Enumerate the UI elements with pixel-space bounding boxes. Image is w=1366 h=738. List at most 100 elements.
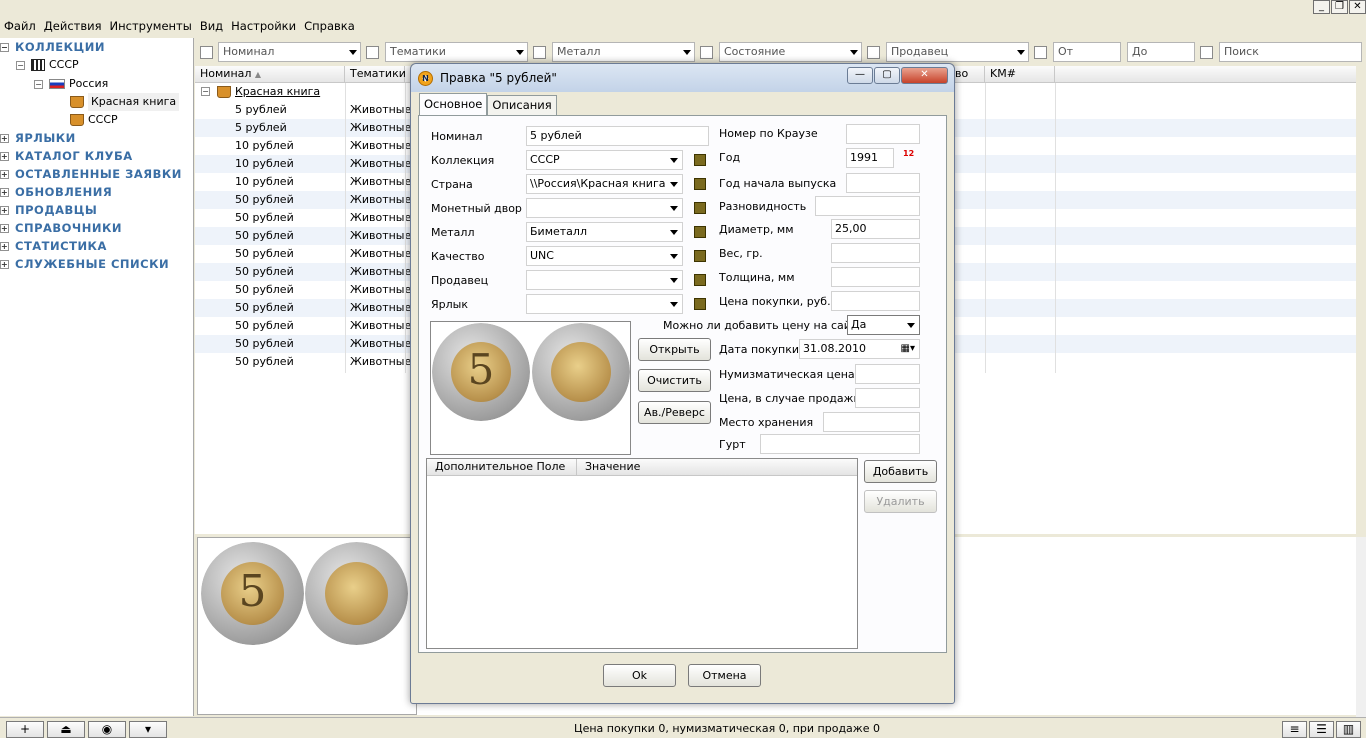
- calendar-year-icon[interactable]: 12: [903, 149, 917, 163]
- column-nominal[interactable]: Номинал ▲: [195, 66, 345, 83]
- extra-fields-list[interactable]: Дополнительное Поле Значение: [426, 458, 858, 649]
- tree-service-lists[interactable]: + СЛУЖЕБНЫЕ СПИСКИ: [0, 255, 169, 273]
- metal-filter[interactable]: Металл: [552, 42, 695, 62]
- tree-collections[interactable]: − КОЛЛЕКЦИИ: [0, 38, 105, 56]
- seller-select[interactable]: [526, 270, 683, 290]
- country-select[interactable]: \\Россия\Красная книга: [526, 174, 683, 194]
- seller-color-icon[interactable]: [694, 274, 706, 286]
- minimize-icon[interactable]: _: [1313, 0, 1330, 14]
- tree-club-catalog[interactable]: + КАТАЛОГ КЛУБА: [0, 147, 133, 165]
- country-color-icon[interactable]: [694, 178, 706, 190]
- price-to-input[interactable]: До: [1127, 42, 1195, 62]
- nominal-input[interactable]: 5 рублей: [526, 126, 709, 146]
- thickness-input[interactable]: [831, 267, 920, 287]
- expand-icon[interactable]: +: [0, 151, 9, 161]
- tiles-view-icon[interactable]: ▥: [1336, 721, 1361, 738]
- open-image-button[interactable]: Открыть: [638, 338, 711, 361]
- menu-file[interactable]: Файл: [0, 18, 40, 34]
- quality-color-icon[interactable]: [694, 250, 706, 262]
- add-field-button[interactable]: Добавить: [864, 460, 937, 483]
- expand-icon[interactable]: +: [0, 205, 9, 215]
- expand-icon[interactable]: +: [0, 187, 9, 197]
- minimize-icon[interactable]: —: [847, 67, 873, 84]
- purchase-date-picker[interactable]: 31.08.2010 ▦▾: [799, 339, 920, 359]
- search-checkbox[interactable]: [1200, 46, 1213, 59]
- collection-color-icon[interactable]: [694, 154, 706, 166]
- menu-settings[interactable]: Настройки: [227, 18, 300, 34]
- expand-icon[interactable]: +: [0, 169, 9, 179]
- sale-price-input[interactable]: [855, 388, 920, 408]
- variety-input[interactable]: [815, 196, 920, 216]
- column-themes[interactable]: Тематики: [345, 66, 406, 83]
- collapse-icon[interactable]: −: [0, 42, 9, 52]
- numismatic-price-input[interactable]: [855, 364, 920, 384]
- tree-tags[interactable]: + ЯРЛЫКИ: [0, 129, 76, 147]
- expand-icon[interactable]: +: [0, 241, 9, 251]
- collection-select[interactable]: СССР: [526, 150, 683, 170]
- details-view-icon[interactable]: ☰: [1309, 721, 1334, 738]
- clear-image-button[interactable]: Очистить: [638, 369, 711, 392]
- year-input[interactable]: 1991: [846, 148, 894, 168]
- condition-filter[interactable]: Состояние: [719, 42, 862, 62]
- close-icon[interactable]: ✕: [1349, 0, 1366, 14]
- close-icon[interactable]: ✕: [901, 67, 948, 84]
- vertical-scrollbar[interactable]: [1356, 537, 1366, 717]
- expand-icon[interactable]: +: [0, 133, 9, 143]
- menu-tools[interactable]: Инструменты: [106, 18, 196, 34]
- column-quantity[interactable]: во: [950, 66, 985, 83]
- nominal-filter[interactable]: Номинал: [218, 42, 361, 62]
- expand-icon[interactable]: +: [0, 259, 9, 269]
- themes-filter[interactable]: Тематики: [385, 42, 528, 62]
- cancel-button[interactable]: Отмена: [688, 664, 761, 687]
- diameter-input[interactable]: 25,00: [831, 219, 920, 239]
- tree-updates[interactable]: + ОБНОВЛЕНИЯ: [0, 183, 112, 201]
- condition-filter-checkbox[interactable]: [700, 46, 713, 59]
- menu-view[interactable]: Вид: [196, 18, 227, 34]
- column-value[interactable]: Значение: [577, 459, 857, 476]
- price-input[interactable]: [831, 291, 920, 311]
- can-add-price-select[interactable]: Да: [847, 315, 920, 335]
- maximize-icon[interactable]: ▢: [874, 67, 900, 84]
- tree-statistics[interactable]: + СТАТИСТИКА: [0, 237, 107, 255]
- tag-color-icon[interactable]: [694, 298, 706, 310]
- tree-requests[interactable]: + ОСТАВЛЕННЫЕ ЗАЯВКИ: [0, 165, 182, 183]
- collapse-icon[interactable]: −: [34, 79, 43, 89]
- menu-help[interactable]: Справка: [300, 18, 359, 34]
- delete-field-button[interactable]: Удалить: [864, 490, 937, 513]
- weight-input[interactable]: [831, 243, 920, 263]
- collapse-icon[interactable]: −: [201, 87, 210, 96]
- quality-select[interactable]: UNC: [526, 246, 683, 266]
- metal-filter-checkbox[interactable]: [533, 46, 546, 59]
- column-km[interactable]: KM#: [985, 66, 1055, 83]
- ok-button[interactable]: Ok: [603, 664, 676, 687]
- dialog-titlebar[interactable]: N Правка "5 рублей" — ▢ ✕: [411, 64, 954, 92]
- krause-input[interactable]: [846, 124, 920, 144]
- tree-ussr[interactable]: − СССР: [16, 56, 79, 74]
- storage-input[interactable]: [823, 412, 920, 432]
- column-extra-field[interactable]: Дополнительное Поле: [427, 459, 577, 476]
- menu-actions[interactable]: Действия: [40, 18, 106, 34]
- mint-select[interactable]: [526, 198, 683, 218]
- tab-main[interactable]: Основное: [419, 93, 488, 115]
- tree-red-book[interactable]: Красная книга: [70, 93, 180, 111]
- nominal-filter-checkbox[interactable]: [200, 46, 213, 59]
- themes-filter-checkbox[interactable]: [366, 46, 379, 59]
- year-start-input[interactable]: [846, 173, 920, 193]
- tag-select[interactable]: [526, 294, 683, 314]
- search-input[interactable]: Поиск: [1219, 42, 1362, 62]
- tree-russia[interactable]: − Россия: [34, 75, 108, 93]
- expand-icon[interactable]: +: [0, 223, 9, 233]
- collapse-icon[interactable]: −: [16, 60, 25, 70]
- metal-color-icon[interactable]: [694, 226, 706, 238]
- metal-select[interactable]: Биметалл: [526, 222, 683, 242]
- seller-filter-checkbox[interactable]: [867, 46, 880, 59]
- obverse-reverse-button[interactable]: Ав./Реверс: [638, 401, 711, 424]
- gurt-input[interactable]: [760, 434, 920, 454]
- restore-icon[interactable]: ❐: [1331, 0, 1348, 14]
- mint-color-icon[interactable]: [694, 202, 706, 214]
- price-from-input[interactable]: От: [1053, 42, 1121, 62]
- list-view-icon[interactable]: ≡: [1282, 721, 1307, 738]
- tab-descriptions[interactable]: Описания: [487, 95, 557, 115]
- tree-sellers[interactable]: + ПРОДАВЦЫ: [0, 201, 97, 219]
- tree-ussr-sub[interactable]: СССР: [70, 111, 118, 129]
